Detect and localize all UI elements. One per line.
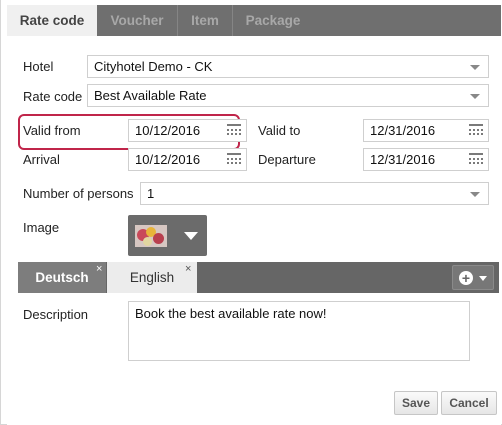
valid-to-value: 12/31/2016 [370,123,436,138]
image-thumbnail [135,225,167,247]
tab-language-deutsch[interactable]: Deutsch [18,262,106,293]
tab-voucher[interactable]: Voucher [97,5,177,36]
hotel-label: Hotel [23,59,54,74]
tab-language-english[interactable]: English [107,262,197,293]
save-button[interactable]: Save [394,391,438,415]
image-label: Image [23,220,60,235]
close-icon[interactable]: × [96,264,102,275]
chevron-down-icon [470,94,480,99]
tab-package[interactable]: Package [233,5,313,36]
calendar-icon[interactable] [227,153,241,166]
hotel-value: Cityhotel Demo - CK [94,59,213,74]
calendar-icon[interactable] [227,124,241,137]
calendar-icon[interactable] [469,153,483,166]
rate-code-dialog: Rate code Voucher Item Package Hotel Cit… [0,0,502,425]
chevron-down-icon [470,192,480,197]
chevron-down-icon [479,276,487,281]
top-tab-bar: Rate code Voucher Item Package [7,5,501,36]
cancel-button[interactable]: Cancel [441,391,497,415]
persons-select[interactable]: 1 [140,182,489,205]
form-area: Hotel Cityhotel Demo - CK Rate code Best… [7,36,501,425]
arrival-label: Arrival [23,152,60,167]
persons-label: Number of persons [23,186,134,201]
arrival-date-field[interactable]: 10/12/2016 [128,148,247,171]
description-label: Description [23,307,89,322]
rate-code-label: Rate code [23,89,83,104]
departure-label: Departure [258,152,316,167]
chevron-down-icon [184,232,198,240]
language-tab-bar: Deutsch × English × + [18,262,499,293]
image-picker-button[interactable] [128,215,207,256]
tab-item[interactable]: Item [178,5,232,36]
persons-value: 1 [147,186,155,201]
departure-value: 12/31/2016 [370,152,436,167]
hotel-select[interactable]: Cityhotel Demo - CK [87,55,489,78]
valid-from-value: 10/12/2016 [135,123,201,138]
rate-code-value: Best Available Rate [94,88,207,103]
valid-to-date-field[interactable]: 12/31/2016 [363,119,489,142]
valid-from-date-field[interactable]: 10/12/2016 [128,119,247,142]
valid-from-label: Valid from [23,123,81,138]
arrival-value: 10/12/2016 [135,152,201,167]
plus-circle-icon: + [459,271,473,285]
departure-date-field[interactable]: 12/31/2016 [363,148,489,171]
language-tab-label: Deutsch [35,270,89,285]
language-tab-label: English [129,270,175,285]
calendar-icon[interactable] [469,124,483,137]
chevron-down-icon [470,65,480,70]
tab-rate-code[interactable]: Rate code [7,5,97,36]
description-textarea[interactable]: Book the best available rate now! [128,301,470,361]
rate-code-select[interactable]: Best Available Rate [87,84,489,107]
add-language-button[interactable]: + [452,265,494,290]
valid-to-label: Valid to [258,123,301,138]
close-icon[interactable]: × [185,264,191,275]
